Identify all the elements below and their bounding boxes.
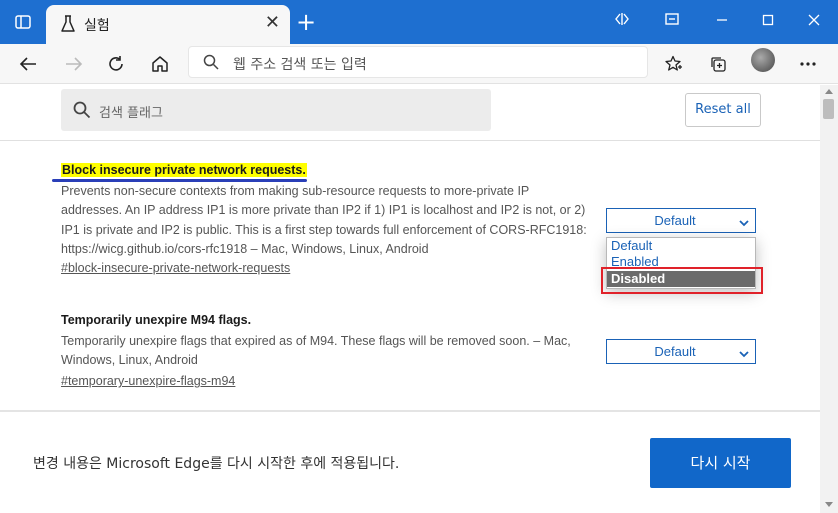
tab-close-button[interactable]: ✕ <box>265 14 280 32</box>
select-value: Default <box>654 213 696 228</box>
tab-actions-icon[interactable] <box>14 14 32 30</box>
restart-button[interactable]: 다시 시작 <box>650 438 791 488</box>
address-placeholder: 웹 주소 검색 또는 입력 <box>233 57 367 73</box>
minimize-button[interactable] <box>710 10 734 32</box>
annotation-highlight-box <box>601 267 763 294</box>
flag-search-placeholder: 검색 플래그 <box>99 106 163 121</box>
profile-avatar[interactable] <box>751 48 775 72</box>
flag-title: Temporarily unexpire M94 flags. <box>61 313 252 327</box>
flask-icon <box>60 15 76 33</box>
home-button[interactable] <box>144 48 176 80</box>
flag-anchor-link[interactable]: #temporary-unexpire-flags-m94 <box>61 374 235 388</box>
tab-title: 실험 <box>84 18 110 34</box>
scroll-up-arrow-icon[interactable] <box>825 89 833 94</box>
flag-search-input[interactable]: 검색 플래그 <box>61 89 491 131</box>
more-options-icon[interactable] <box>792 48 824 80</box>
flag-description: Prevents non-secure contexts from making… <box>61 184 587 256</box>
split-screen-icon[interactable] <box>610 10 634 32</box>
close-window-button[interactable] <box>802 10 826 32</box>
reset-all-button[interactable]: Reset all <box>685 93 761 127</box>
restart-notice: 변경 내용은 Microsoft Edge를 다시 시작한 후에 적용됩니다. <box>33 456 400 472</box>
scroll-down-arrow-icon[interactable] <box>825 502 833 507</box>
flag-title: Block insecure private network requests. <box>61 163 307 177</box>
maximize-button[interactable] <box>756 10 780 32</box>
refresh-button[interactable] <box>100 48 132 80</box>
back-button[interactable] <box>12 48 44 80</box>
flag-description: Temporarily unexpire flags that expired … <box>61 334 571 368</box>
vertical-scrollbar[interactable] <box>820 85 838 513</box>
footer-divider <box>0 410 820 412</box>
flags-page: 검색 플래그 Reset all Block insecure private … <box>0 85 820 513</box>
flag-anchor-link[interactable]: #block-insecure-private-network-requests <box>61 261 290 275</box>
new-tab-button[interactable]: + <box>296 10 316 34</box>
browser-toolbar: 웹 주소 검색 또는 입력 <box>0 44 838 84</box>
forward-button[interactable] <box>58 48 90 80</box>
chevron-down-icon <box>739 215 749 230</box>
address-bar[interactable]: 웹 주소 검색 또는 입력 <box>188 46 648 78</box>
select-value: Default <box>654 344 696 359</box>
collections-icon[interactable] <box>702 48 734 80</box>
title-bar: 실험 ✕ + <box>0 0 838 44</box>
dropdown-option-default[interactable]: Default <box>607 238 755 254</box>
flag-state-select[interactable]: Default <box>606 208 756 233</box>
header-divider <box>0 140 820 141</box>
scroll-thumb[interactable] <box>823 99 834 119</box>
favorites-icon[interactable] <box>658 48 690 80</box>
search-icon <box>73 101 91 123</box>
flag-state-select[interactable]: Default <box>606 339 756 364</box>
search-icon <box>203 54 219 74</box>
active-tab[interactable]: 실험 ✕ <box>46 5 290 44</box>
restore-tabs-icon[interactable] <box>660 10 684 32</box>
chevron-down-icon <box>739 346 749 361</box>
